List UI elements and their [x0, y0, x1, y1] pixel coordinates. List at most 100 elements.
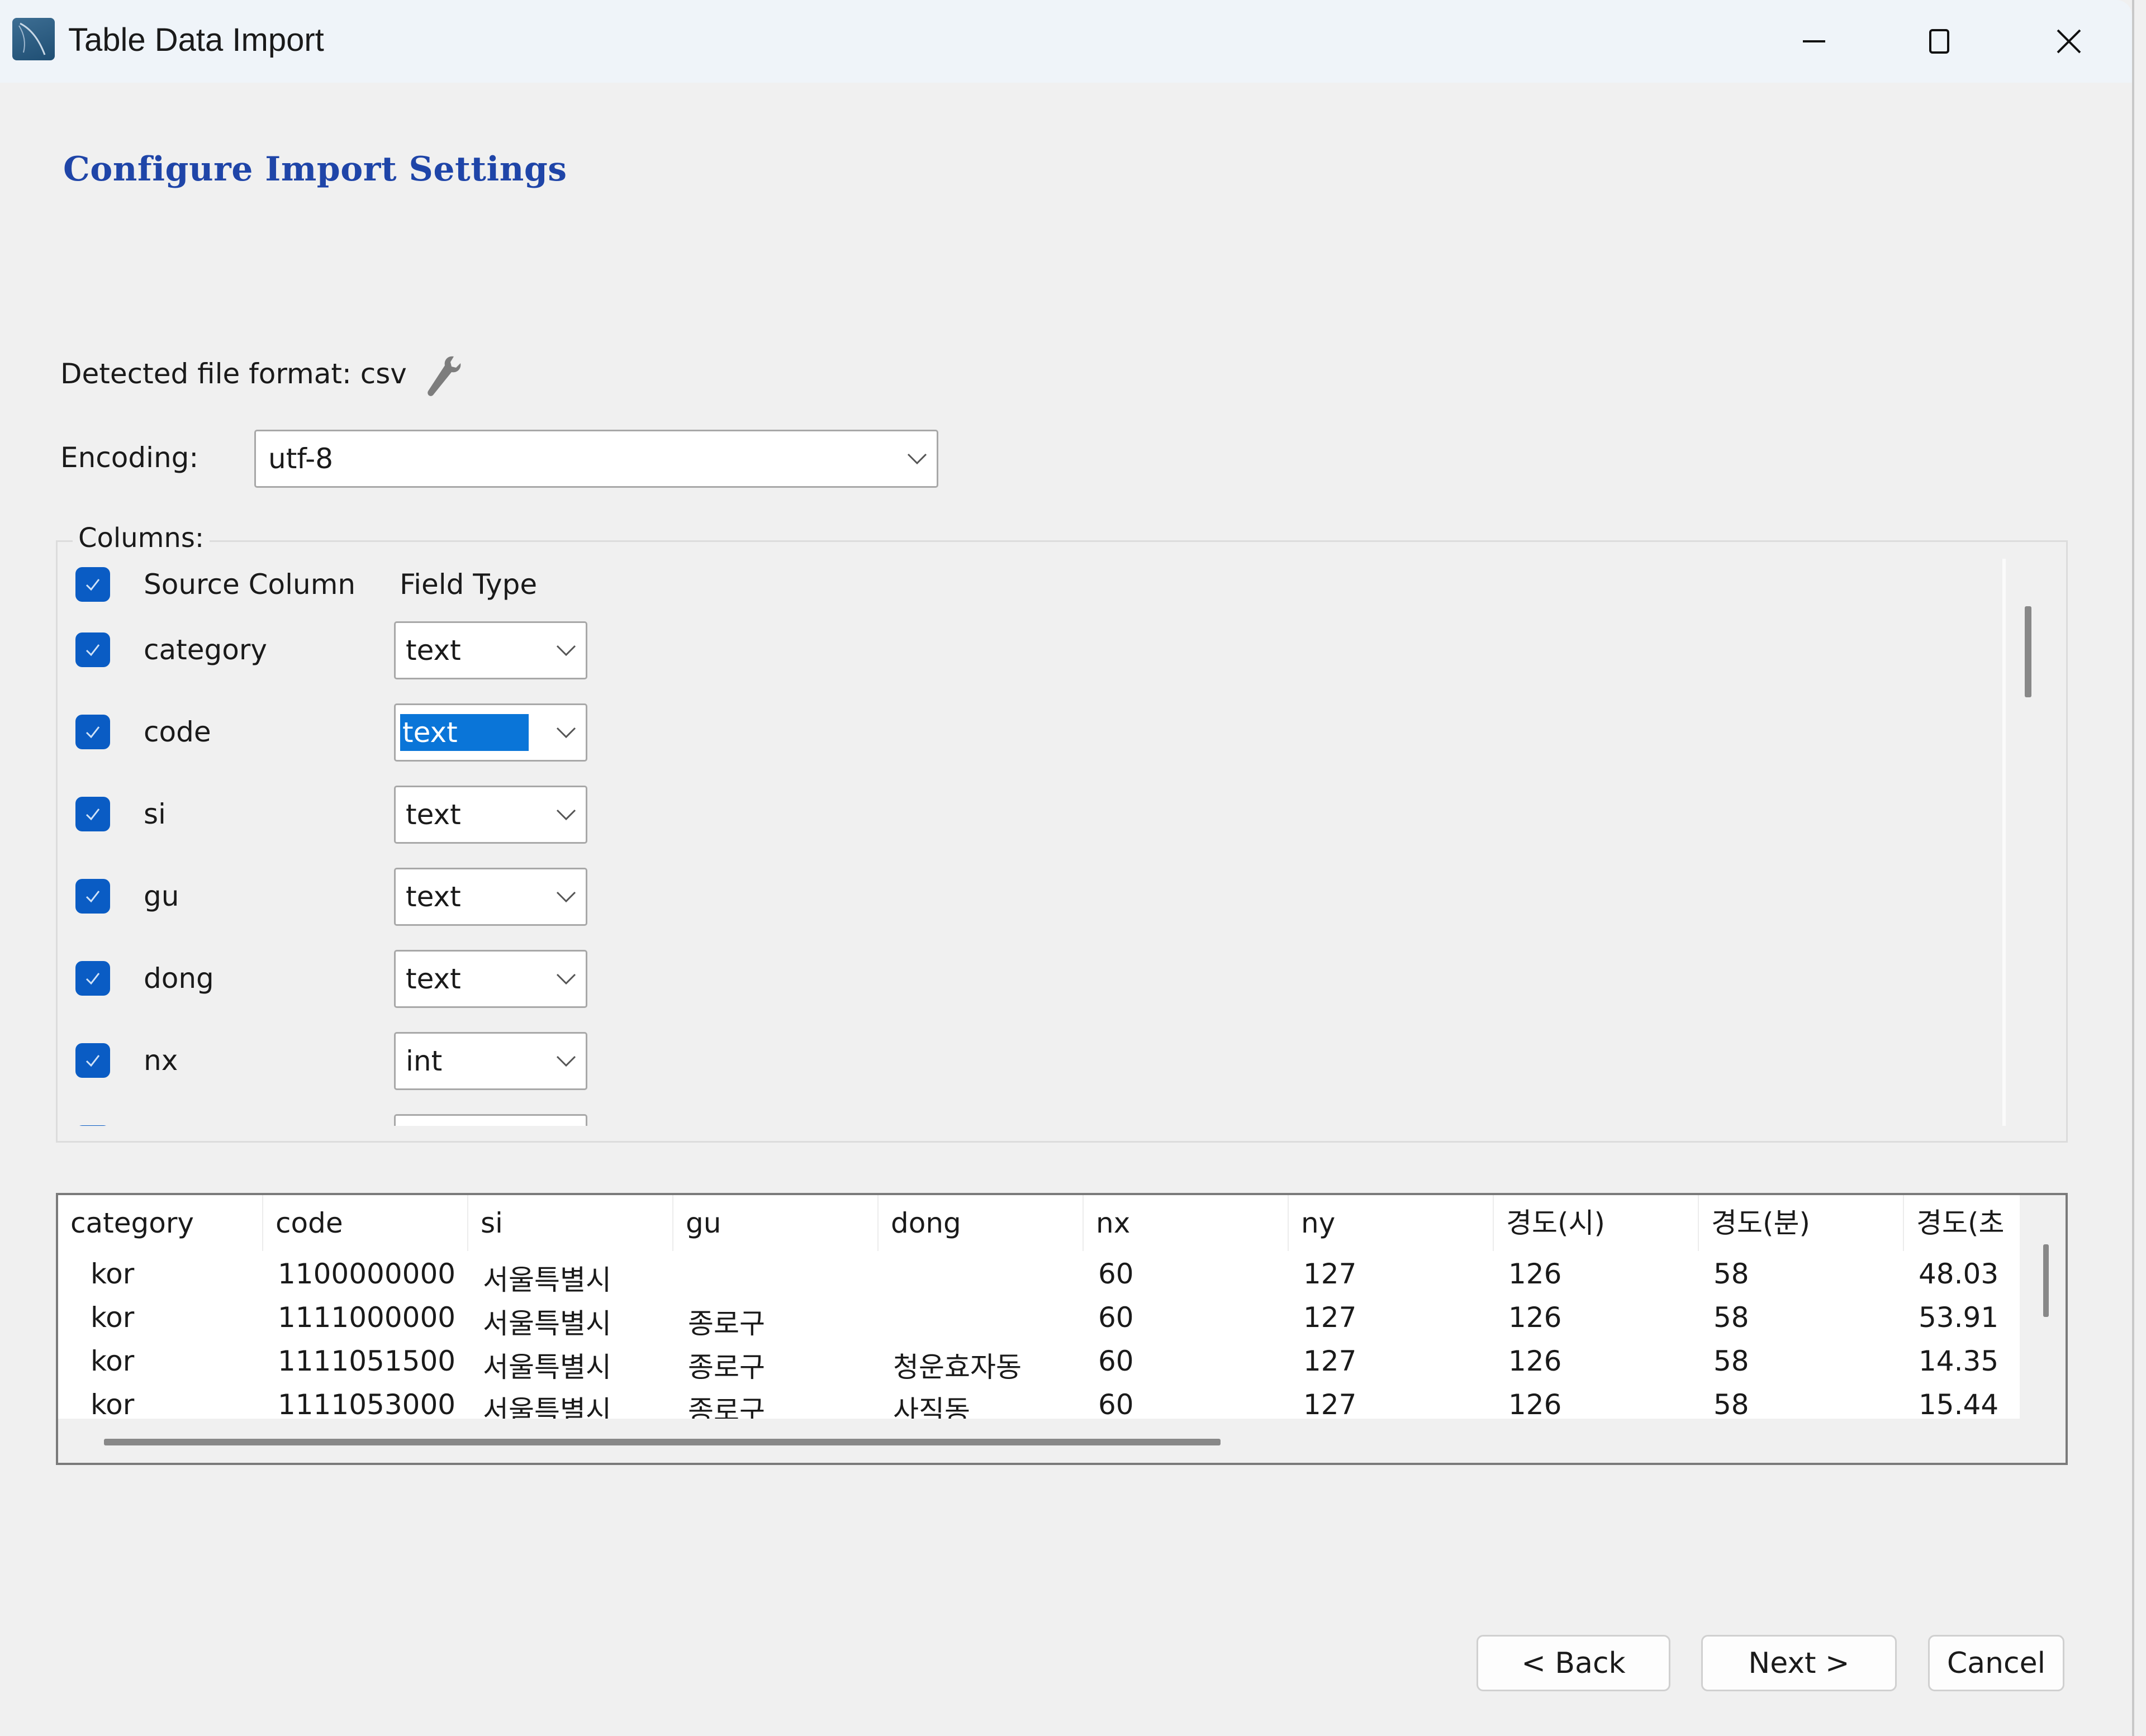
preview-cell: 58 [1713, 1345, 1749, 1377]
column-checkbox-code[interactable] [75, 715, 110, 749]
field-type-value: text [406, 798, 461, 831]
preview-column-header[interactable]: 경도(시) [1494, 1195, 1699, 1251]
column-row: category text [58, 621, 672, 679]
preview-column-header[interactable]: 경도(분) [1699, 1195, 1904, 1251]
back-button[interactable]: < Back [1476, 1635, 1670, 1691]
wrench-icon[interactable] [419, 352, 469, 402]
preview-column-header[interactable]: 경도(초 [1904, 1195, 2020, 1251]
column-checkbox-partial[interactable] [75, 1125, 110, 1126]
preview-column-header[interactable]: si [468, 1195, 673, 1251]
preview-cell: 58 [1713, 1258, 1749, 1290]
column-row-partial [58, 1114, 672, 1126]
preview-cell: 서울특별시 [483, 1395, 611, 1419]
field-type-select-dong[interactable]: text [394, 950, 587, 1008]
columns-divider [2002, 559, 2006, 1126]
data-preview-table: category code si gu dong nx ny 경도(시) 경도(분) 경도(초 ko… [56, 1193, 2068, 1465]
encoding-value: utf-8 [268, 443, 334, 475]
preview-cell: 1111053000 [278, 1388, 456, 1419]
preview-cell: 종로구 [688, 1395, 765, 1419]
preview-column-header[interactable]: code [263, 1195, 468, 1251]
chevron-down-icon [547, 952, 586, 1006]
preview-cell: 60 [1098, 1345, 1134, 1377]
checkmark-icon [86, 579, 100, 591]
column-name: code [144, 716, 211, 748]
checkmark-icon [86, 1055, 100, 1067]
chevron-down-icon [547, 869, 586, 924]
column-checkbox-dong[interactable] [75, 961, 110, 996]
preview-cell: 60 [1098, 1258, 1134, 1290]
field-type-select-gu[interactable]: text [394, 868, 587, 926]
preview-cell: 53.91 [1919, 1301, 1999, 1334]
column-name: si [144, 798, 166, 830]
field-type-value: text [406, 634, 461, 667]
columns-header-row: Source Column Field Type [58, 562, 672, 620]
preview-cell: kor [91, 1258, 135, 1290]
field-type-value: text [406, 881, 461, 913]
preview-horizontal-scrollbar[interactable] [104, 1439, 1221, 1445]
columns-list: Source Column Field Type category text c… [58, 556, 2002, 1126]
preview-column-header[interactable]: dong [879, 1195, 1084, 1251]
title-bar: Table Data Import [0, 0, 2132, 83]
preview-cell: 1111000000 [278, 1301, 456, 1334]
column-row: code text [58, 703, 672, 762]
column-row: si text [58, 786, 672, 844]
column-name: category [144, 634, 267, 666]
preview-cell: kor [91, 1345, 135, 1377]
preview-cell: 127 [1303, 1258, 1357, 1290]
minimize-button[interactable] [1781, 15, 1848, 68]
column-row: dong text [58, 950, 672, 1008]
checkmark-icon [86, 808, 100, 821]
preview-vertical-scrollbar-track[interactable] [2020, 1195, 2066, 1419]
preview-cell: 58 [1713, 1388, 1749, 1419]
next-button[interactable]: Next > [1701, 1635, 1897, 1691]
field-type-select-partial[interactable] [394, 1114, 587, 1126]
close-button[interactable] [2035, 15, 2102, 68]
preview-column-header[interactable]: ny [1289, 1195, 1494, 1251]
source-column-header: Source Column [144, 568, 356, 601]
preview-cell: 종로구 [688, 1351, 765, 1383]
preview-cell: kor [91, 1388, 135, 1419]
close-icon [2057, 29, 2081, 54]
field-type-select-category[interactable]: text [394, 621, 587, 679]
preview-grid: category code si gu dong nx ny 경도(시) 경도(분) 경도(초 ko… [58, 1195, 2020, 1419]
column-row: nx int [58, 1032, 672, 1090]
field-type-select-si[interactable]: text [394, 786, 587, 844]
table-data-import-dialog: Table Data Import Configure Import Setti… [0, 0, 2134, 1736]
encoding-label: Encoding: [60, 441, 199, 474]
column-row: gu text [58, 868, 672, 926]
select-all-checkbox[interactable] [75, 567, 110, 602]
preview-column-header[interactable]: nx [1084, 1195, 1289, 1251]
preview-cell: 14.35 [1919, 1345, 1999, 1377]
chevron-down-icon [547, 705, 586, 760]
chevron-down-icon [547, 1034, 586, 1088]
field-type-select-code[interactable]: text [394, 703, 587, 762]
preview-cell: 종로구 [688, 1307, 765, 1340]
preview-vertical-scrollbar[interactable] [2043, 1244, 2049, 1317]
chevron-down-icon [898, 431, 937, 486]
detected-format-label: Detected file format: csv [60, 358, 407, 390]
preview-cell: 126 [1508, 1258, 1562, 1290]
preview-cell: 126 [1508, 1388, 1562, 1419]
cancel-button[interactable]: Cancel [1928, 1635, 2064, 1691]
columns-vertical-scrollbar[interactable] [2025, 606, 2031, 697]
maximize-button[interactable] [1906, 15, 1973, 68]
preview-cell: 사직동 [893, 1395, 970, 1419]
columns-legend: Columns: [73, 522, 210, 554]
checkmark-icon [86, 726, 100, 739]
preview-cell: 1111051500 [278, 1345, 456, 1377]
preview-cell: 서울특별시 [483, 1307, 611, 1340]
column-checkbox-category[interactable] [75, 632, 110, 667]
field-type-select-nx[interactable]: int [394, 1032, 587, 1090]
preview-column-header[interactable]: gu [673, 1195, 879, 1251]
encoding-select[interactable]: utf-8 [254, 430, 938, 488]
preview-cell: 15.44 [1919, 1388, 1999, 1419]
preview-cell: 서울특별시 [483, 1264, 611, 1296]
preview-cell: 127 [1303, 1345, 1357, 1377]
checkmark-icon [86, 644, 100, 657]
column-checkbox-si[interactable] [75, 797, 110, 831]
preview-cell: 127 [1303, 1301, 1357, 1334]
column-checkbox-gu[interactable] [75, 879, 110, 914]
preview-column-header[interactable]: category [58, 1195, 263, 1251]
column-checkbox-nx[interactable] [75, 1043, 110, 1078]
preview-cell: 48.03 [1919, 1258, 1999, 1290]
